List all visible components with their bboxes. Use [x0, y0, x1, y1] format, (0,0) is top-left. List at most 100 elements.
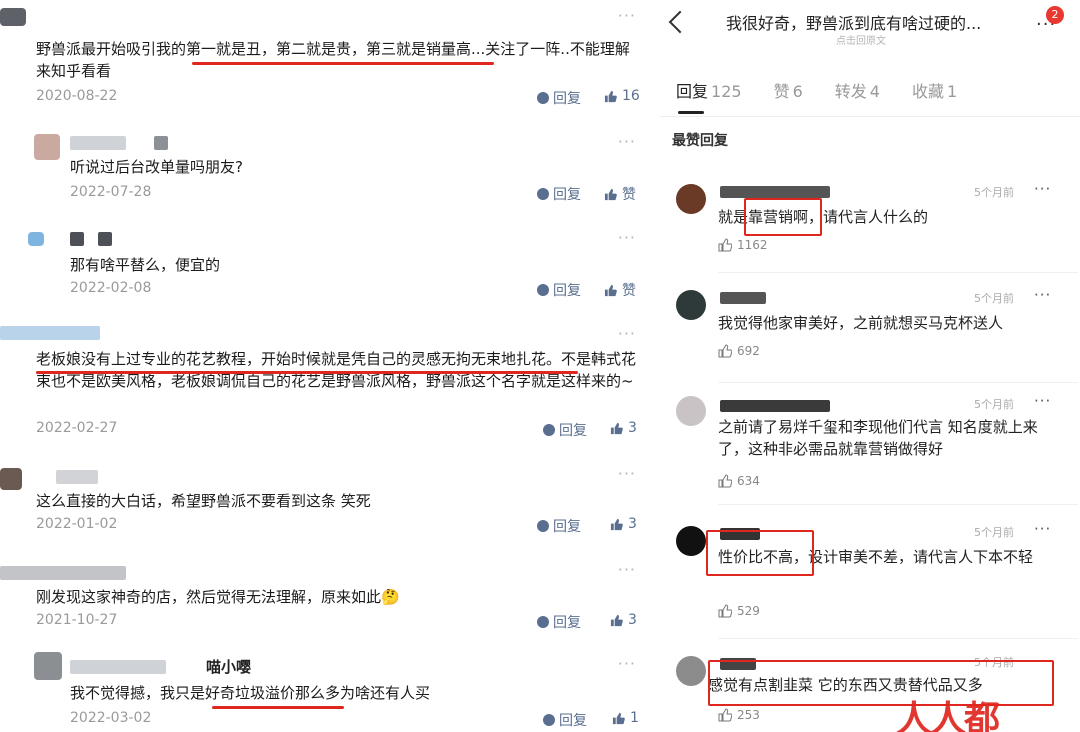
comment-date: 2022-01-02: [36, 516, 118, 532]
more-dots-icon[interactable]: ···: [1034, 286, 1051, 304]
reply-item: 5个月前 感觉有点割韭菜 它的东西又贵替代品又多 253: [660, 648, 1080, 732]
more-dots-icon[interactable]: ···: [618, 464, 636, 483]
divider: [718, 382, 1078, 383]
comment-text: 这么直接的大白话，希望野兽派不要看到这条 笑死: [36, 492, 371, 510]
comment-date: 2020-08-22: [36, 88, 118, 104]
tab-favorites[interactable]: 收藏 1: [912, 78, 957, 102]
more-dots-icon[interactable]: ···: [1034, 180, 1051, 198]
reply-label: 回复: [553, 519, 581, 535]
back-to-original-link[interactable]: 点击回原文: [836, 32, 886, 47]
like-button[interactable]: 253: [718, 708, 760, 722]
more-dots-icon[interactable]: ···: [618, 560, 636, 579]
comment-item: 喵小嘤 ··· 我不觉得撼，我只是好奇垃圾溢价那么多为啥还有人买 2022-03…: [0, 648, 652, 732]
highlight-box: [706, 530, 814, 576]
highlight-underline: [36, 371, 578, 374]
more-dots-icon[interactable]: ···: [1034, 392, 1051, 410]
username-blurred: [154, 136, 168, 150]
reply-button[interactable]: 回复: [543, 710, 587, 730]
reply-button[interactable]: 回复: [537, 280, 581, 300]
like-button[interactable]: 3: [610, 612, 637, 628]
like-button[interactable]: 16: [604, 88, 640, 104]
reply-button[interactable]: 回复: [537, 516, 581, 536]
avatar[interactable]: [676, 396, 706, 426]
thumb-up-icon: [718, 708, 732, 722]
avatar[interactable]: [28, 232, 44, 246]
tab-count: 125: [711, 82, 742, 101]
like-button[interactable]: 634: [718, 474, 760, 488]
reply-text: 之前请了易烊千玺和李现他们代言 知名度就上来了，这种非必需品就靠营销做得好: [718, 418, 1038, 458]
comment-date: 2022-02-27: [36, 420, 118, 436]
reply-button[interactable]: 回复: [537, 88, 581, 108]
divider: [718, 504, 1078, 505]
reply-button[interactable]: 回复: [543, 420, 587, 440]
tab-likes[interactable]: 赞6: [774, 78, 803, 102]
reply-text: 我觉得他家审美好，之前就想买马克杯送人: [718, 314, 1004, 332]
back-arrow-icon[interactable]: [668, 10, 692, 34]
comment-item: ··· 老板娘没有上过专业的花艺教程，开始时候就是凭自己的灵感无拘无束地扎花。不…: [0, 318, 652, 446]
tab-label: 回复: [676, 82, 709, 101]
avatar[interactable]: [34, 652, 62, 680]
comment-text: 那有啥平替么，便宜的: [70, 256, 221, 274]
avatar[interactable]: [676, 656, 706, 686]
watermark-logo: 人人都: [896, 699, 1000, 732]
avatar[interactable]: [676, 184, 706, 214]
like-button[interactable]: 赞: [604, 280, 636, 300]
comment-text: 野兽派最开始吸引我的第一就是丑，第二就是贵，第三就是销量高...关注了一阵..不…: [36, 40, 630, 80]
reply-label: 回复: [559, 713, 587, 729]
like-button[interactable]: 529: [718, 604, 760, 618]
tab-label: 赞: [773, 82, 790, 101]
like-button[interactable]: 1162: [718, 238, 768, 252]
like-count: 3: [628, 420, 637, 436]
more-dots-icon[interactable]: ···: [618, 324, 636, 343]
username-blurred: [98, 232, 112, 246]
like-count: 1162: [737, 238, 768, 252]
page-title[interactable]: 我很好奇，野兽派到底有啥过硬的...: [726, 10, 981, 34]
thumb-up-icon: [718, 344, 732, 358]
more-dots-icon[interactable]: ···: [618, 228, 636, 247]
left-comment-list: ··· 野兽派最开始吸引我的第一就是丑，第二就是贵，第三就是销量高...关注了一…: [0, 0, 652, 732]
comment-item: ··· 这么直接的大白话，希望野兽派不要看到这条 笑死 2022-01-02 回…: [0, 458, 652, 544]
username-blurred: [720, 186, 830, 198]
more-dots-icon[interactable]: ···: [618, 132, 636, 151]
reply-label: 回复: [553, 91, 581, 107]
like-button[interactable]: 1: [612, 710, 639, 726]
reply-button[interactable]: 回复: [537, 184, 581, 204]
comment-bubble-icon: [537, 520, 549, 532]
reply-time: 5个月前: [974, 398, 1014, 411]
reply-button[interactable]: 回复: [537, 612, 581, 632]
username-blurred: [56, 470, 98, 484]
comment-item: ··· 那有啥平替么，便宜的 2022-02-08 回复 赞: [0, 222, 652, 308]
tab-count: 6: [792, 82, 803, 101]
like-count: 3: [628, 516, 637, 532]
more-dots-icon[interactable]: ···: [618, 6, 636, 25]
tab-replies[interactable]: 回复 125: [676, 78, 742, 114]
avatar[interactable]: [0, 468, 22, 490]
reply-label: 回复: [553, 187, 581, 203]
avatar[interactable]: [676, 290, 706, 320]
username[interactable]: 喵小嘤: [206, 656, 251, 677]
more-dots-icon[interactable]: ···: [618, 654, 636, 673]
comment-bubble-icon: [543, 714, 555, 726]
reply-label: 回复: [553, 615, 581, 631]
divider: [718, 638, 1078, 639]
username-blurred: [720, 292, 766, 304]
like-count: 赞: [622, 187, 636, 203]
tab-reposts[interactable]: 转发 4: [835, 78, 880, 102]
more-dots-icon[interactable]: ···: [1034, 520, 1051, 538]
comment-date: 2021-10-27: [36, 612, 118, 628]
username-blurred: [70, 232, 84, 246]
like-button[interactable]: 赞: [604, 184, 636, 204]
reply-time: 5个月前: [974, 526, 1014, 539]
avatar[interactable]: [0, 8, 26, 26]
comment-item: ··· 听说过后台改单量吗朋友? 2022-07-28 回复 赞: [0, 126, 652, 212]
like-count: 692: [737, 344, 760, 358]
reply-time: 5个月前: [974, 292, 1014, 305]
like-button[interactable]: 692: [718, 344, 760, 358]
notification-badge: 2: [1046, 6, 1064, 24]
like-button[interactable]: 3: [610, 516, 637, 532]
reply-item: 5个月前 ··· 我觉得他家审美好，之前就想买马克杯送人 692: [660, 286, 1080, 386]
avatar[interactable]: [676, 526, 706, 556]
section-title: 最赞回复: [672, 133, 728, 149]
avatar[interactable]: [34, 134, 60, 160]
like-button[interactable]: 3: [610, 420, 637, 436]
